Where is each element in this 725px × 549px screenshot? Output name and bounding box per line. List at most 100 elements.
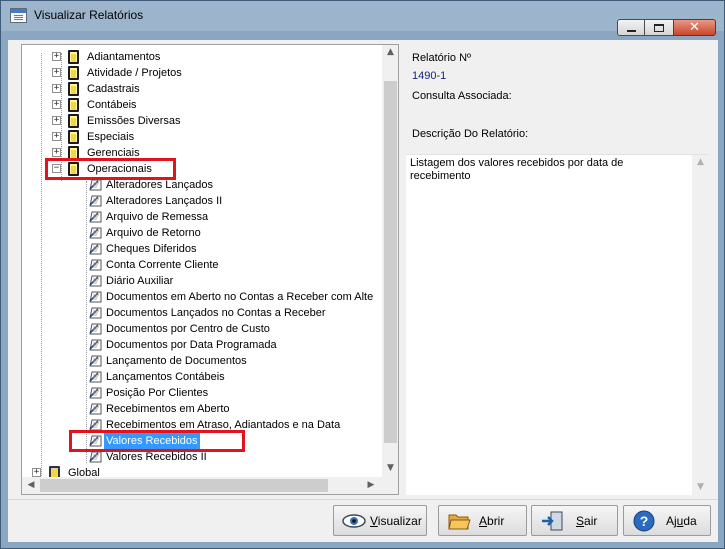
report-document-icon: [89, 403, 103, 415]
tree-node-label: Alteradores Lançados II: [106, 195, 223, 207]
tree-node-label: Diário Auxiliar: [106, 275, 174, 287]
expand-icon[interactable]: +: [52, 84, 61, 93]
report-document-icon: [89, 243, 103, 255]
descricao-label: Descrição Do Relatório:: [412, 128, 529, 140]
tree-node-label: Cheques Diferidos: [106, 243, 197, 255]
report-group-icon: [68, 98, 79, 112]
tree-node-label: Documentos Lançados no Contas a Receber: [106, 307, 326, 319]
desc-scroll-down-arrow-icon[interactable]: ▼: [692, 482, 709, 492]
tree-horizontal-scrollbar[interactable]: ◀ ▶: [22, 477, 382, 494]
tree-node-label: Emissões Diversas: [87, 115, 181, 127]
tree-node-group[interactable]: + Emissões Diversas: [22, 113, 382, 129]
report-tree-panel: + Adiantamentos + Atividade / Projetos + Cada…: [21, 44, 399, 495]
abrir-label: Abrir: [479, 514, 505, 528]
report-group-icon: [68, 130, 79, 144]
tree-node-report[interactable]: Cheques Diferidos: [22, 241, 382, 257]
description-text: Listagem dos valores recebidos por data …: [410, 157, 624, 182]
ajuda-label: Ajuda: [666, 514, 697, 528]
tree-node-group[interactable]: + Atividade / Projetos: [22, 65, 382, 81]
sair-button[interactable]: Sair: [531, 505, 618, 536]
expand-icon[interactable]: +: [52, 132, 61, 141]
expand-icon[interactable]: +: [32, 468, 41, 477]
vertical-scroll-thumb[interactable]: [384, 81, 397, 443]
visualizar-label: Visualizar: [370, 514, 422, 528]
tree-node-label: Cadastrais: [87, 83, 140, 95]
visualizar-button[interactable]: Visualizar: [333, 505, 427, 536]
scroll-up-arrow-icon[interactable]: ▲: [382, 47, 398, 57]
description-scrollbar[interactable]: ▲ ▼: [692, 155, 709, 496]
highlight-box-operacionais: [45, 158, 176, 180]
abrir-button[interactable]: Abrir: [438, 505, 527, 536]
title-bar[interactable]: Visualizar Relatórios ✕: [1, 1, 724, 36]
report-document-icon: [89, 307, 103, 319]
tree-node-label: Contábeis: [87, 99, 137, 111]
tree-node-label: Conta Corrente Cliente: [106, 259, 219, 271]
tree-node-label: Global: [68, 467, 100, 477]
report-number-label: Relatório Nº: [412, 52, 472, 64]
tree-node-group[interactable]: + Adiantamentos: [22, 49, 382, 65]
tree-node-report[interactable]: Arquivo de Retorno: [22, 225, 382, 241]
window-title: Visualizar Relatórios: [34, 8, 144, 22]
consulta-associada-label: Consulta Associada:: [412, 90, 512, 102]
tree-vertical-scrollbar[interactable]: ▲ ▼: [382, 45, 398, 477]
tree-node-report[interactable]: Lançamentos Contábeis: [22, 369, 382, 385]
tree-node-label: Documentos por Centro de Custo: [106, 323, 270, 335]
tree-node-group[interactable]: + Especiais: [22, 129, 382, 145]
help-icon: ?: [633, 510, 655, 532]
maximize-button[interactable]: [644, 19, 674, 36]
report-document-icon: [89, 195, 103, 207]
tree-node-label: Posição Por Clientes: [106, 387, 209, 399]
tree-node-report[interactable]: Posição Por Clientes: [22, 385, 382, 401]
tree-node-report[interactable]: Arquivo de Remessa: [22, 209, 382, 225]
exit-icon: [542, 511, 563, 531]
report-tree[interactable]: + Adiantamentos + Atividade / Projetos + Cada…: [22, 45, 382, 477]
report-group-icon: [68, 66, 79, 80]
tree-node-label: Lançamentos Contábeis: [106, 371, 225, 383]
tree-node-report[interactable]: Lançamento de Documentos: [22, 353, 382, 369]
expand-icon[interactable]: +: [52, 52, 61, 61]
report-document-icon: [89, 211, 103, 223]
report-document-icon: [89, 275, 103, 287]
close-icon: ✕: [689, 20, 700, 35]
tree-node-report[interactable]: Documentos em Aberto no Contas a Receber…: [22, 289, 382, 305]
app-window-icon: [10, 8, 27, 23]
report-document-icon: [89, 355, 103, 367]
tree-node-label: Lançamento de Documentos: [106, 355, 247, 367]
report-document-icon: [89, 291, 103, 303]
expand-icon[interactable]: +: [52, 116, 61, 125]
description-textbox[interactable]: Listagem dos valores recebidos por data …: [406, 154, 709, 496]
tree-node-report[interactable]: Documentos por Centro de Custo: [22, 321, 382, 337]
horizontal-scroll-thumb[interactable]: [40, 479, 328, 492]
report-document-icon: [89, 371, 103, 383]
scroll-down-arrow-icon[interactable]: ▼: [382, 463, 398, 473]
report-group-icon: [68, 114, 79, 128]
tree-node-group[interactable]: + Contábeis: [22, 97, 382, 113]
tree-node-label: Atividade / Projetos: [87, 67, 182, 79]
expand-icon[interactable]: +: [52, 100, 61, 109]
tree-node-group[interactable]: + Cadastrais: [22, 81, 382, 97]
scroll-right-arrow-icon[interactable]: ▶: [366, 480, 376, 490]
scroll-corner: [382, 477, 398, 494]
minimize-button[interactable]: [617, 19, 645, 36]
tree-node-report[interactable]: Documentos por Data Programada: [22, 337, 382, 353]
report-document-icon: [89, 451, 103, 463]
tree-node-label: Arquivo de Remessa: [106, 211, 209, 223]
report-document-icon: [89, 387, 103, 399]
tree-node-report[interactable]: Documentos Lançados no Contas a Receber: [22, 305, 382, 321]
highlight-box-valores-recebidos: [69, 430, 245, 452]
tree-node-report[interactable]: Conta Corrente Cliente: [22, 257, 382, 273]
tree-node-label: Especiais: [87, 131, 135, 143]
tree-node-label: Documentos por Data Programada: [106, 339, 277, 351]
close-button[interactable]: ✕: [673, 19, 716, 36]
tree-node-report[interactable]: Recebimentos em Aberto: [22, 401, 382, 417]
folder-open-icon: [448, 514, 471, 530]
tree-node-report[interactable]: Alteradores Lançados II: [22, 193, 382, 209]
ajuda-button[interactable]: ? Ajuda: [623, 505, 711, 536]
desc-scroll-up-arrow-icon[interactable]: ▲: [692, 157, 709, 167]
tree-node-label: Recebimentos em Aberto: [106, 403, 230, 415]
scroll-left-arrow-icon[interactable]: ◀: [26, 480, 36, 490]
expand-icon[interactable]: +: [52, 148, 61, 157]
tree-node-report[interactable]: Diário Auxiliar: [22, 273, 382, 289]
tree-node-group-global[interactable]: + Global: [22, 465, 382, 477]
expand-icon[interactable]: +: [52, 68, 61, 77]
